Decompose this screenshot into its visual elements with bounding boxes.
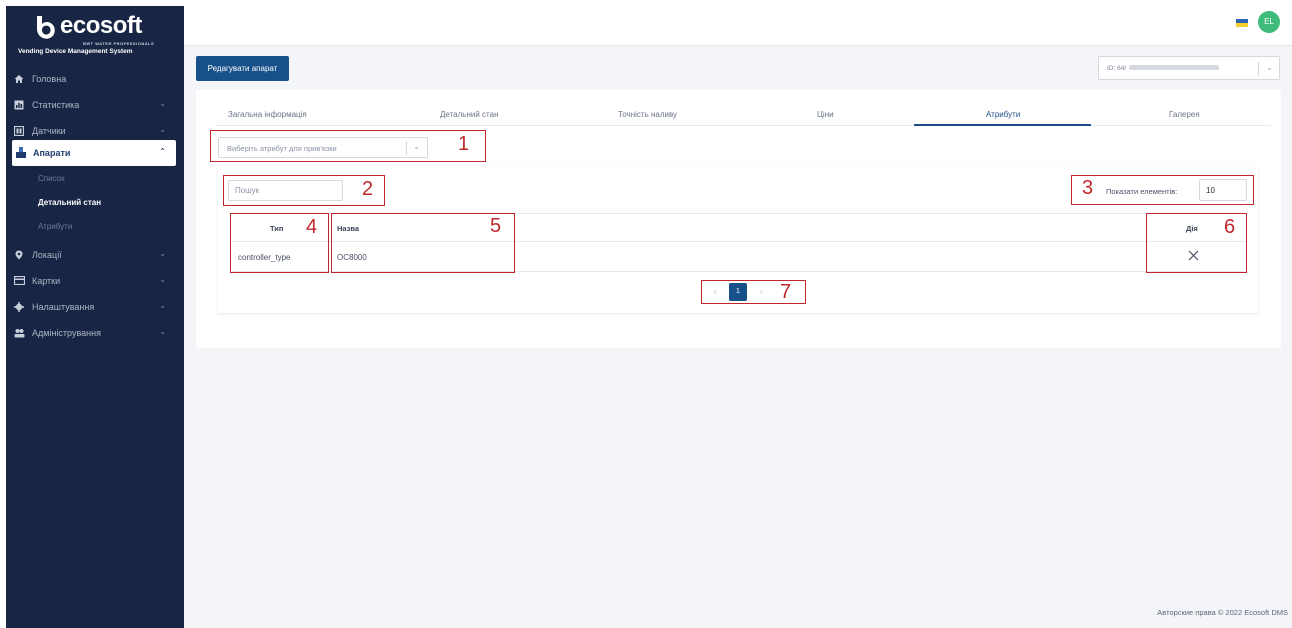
tab-bar: Загальна інформація Детальний стан Точні… xyxy=(216,104,1271,126)
sidebar-item-sensors[interactable]: Датчики ⌄ xyxy=(6,120,184,142)
sidebar-item-label: Адміністрування xyxy=(32,328,101,338)
annotation-label-6: 6 xyxy=(1224,216,1236,238)
sidebar-item-cards[interactable]: Картки ⌄ xyxy=(6,270,184,292)
device-select-value: ID: 64/ xyxy=(1107,65,1127,72)
chevron-down-icon: ⌄ xyxy=(159,327,166,336)
chevron-down-icon: ⌄ xyxy=(159,99,166,108)
active-tab-indicator xyxy=(914,124,1091,126)
location-icon xyxy=(14,250,24,260)
logo-text: ecosoft xyxy=(60,12,142,39)
chevron-up-icon: ⌃ xyxy=(159,147,166,156)
sidebar-item-settings[interactable]: Налаштування ⌄ xyxy=(6,296,184,318)
ecosoft-logo[interactable]: ecosoft BWT WATER PROFESSIONALS xyxy=(34,12,174,46)
annotation-box-1 xyxy=(210,130,486,162)
chevron-down-icon: ⌄ xyxy=(159,249,166,258)
chevron-down-icon: ⌄ xyxy=(159,125,166,134)
sidebar-item-home[interactable]: Головна xyxy=(6,68,184,90)
system-name: Vending Device Management System xyxy=(18,48,133,55)
tab-gallery[interactable]: Галерея xyxy=(1169,110,1200,119)
annotation-label-5: 5 xyxy=(490,215,502,237)
redacted-device-name xyxy=(1129,65,1219,70)
users-icon xyxy=(14,328,25,338)
sidebar-subitem-attributes[interactable]: Атрибути xyxy=(38,222,72,231)
sensor-icon xyxy=(13,125,25,137)
footer-copyright: Авторские права © 2022 Ecosoft DMS xyxy=(1157,608,1288,617)
tab-pour-accuracy[interactable]: Точність наливу xyxy=(618,110,677,119)
chevron-down-icon: ⌄ xyxy=(159,275,166,284)
card-icon xyxy=(13,275,26,286)
annotation-label-4: 4 xyxy=(306,216,318,238)
tab-attributes[interactable]: Атрибути xyxy=(986,110,1020,119)
annotation-box-2 xyxy=(223,175,385,206)
top-bar: EL xyxy=(184,0,1292,46)
sidebar-item-statistics[interactable]: Статистика ⌄ xyxy=(6,94,184,116)
home-icon xyxy=(14,74,24,84)
tab-prices[interactable]: Ціни xyxy=(817,110,834,119)
sidebar-item-label: Статистика xyxy=(32,100,80,110)
sidebar-item-label: Локації xyxy=(32,250,62,260)
annotation-box-5 xyxy=(331,213,515,273)
sidebar: ecosoft BWT WATER PROFESSIONALS Vending … xyxy=(6,6,184,628)
stats-icon xyxy=(14,100,24,110)
sidebar-subitem-detailed-status[interactable]: Детальний стан xyxy=(38,198,101,207)
annotation-label-7: 7 xyxy=(780,281,792,303)
annotation-label-2: 2 xyxy=(362,178,374,200)
gear-icon xyxy=(14,302,24,312)
sidebar-item-administration[interactable]: Адміністрування ⌄ xyxy=(6,322,184,344)
machine-icon xyxy=(15,147,26,158)
tab-general-info[interactable]: Загальна інформація xyxy=(228,110,307,119)
sidebar-item-locations[interactable]: Локації ⌄ xyxy=(6,244,184,266)
sidebar-item-label: Картки xyxy=(32,276,61,286)
language-flag-icon[interactable] xyxy=(1236,19,1248,27)
annotation-box-3 xyxy=(1071,175,1254,205)
sidebar-subitem-list[interactable]: Список xyxy=(38,174,65,183)
chevron-down-icon: ⌄ xyxy=(159,301,166,310)
edit-device-button[interactable]: Редагувати апарат xyxy=(196,56,289,81)
logo-subtitle: BWT WATER PROFESSIONALS xyxy=(83,41,155,46)
annotation-label-1: 1 xyxy=(458,133,470,155)
ecosoft-logo-icon xyxy=(37,16,55,39)
user-avatar[interactable]: EL xyxy=(1258,11,1280,33)
tab-detailed-status[interactable]: Детальний стан xyxy=(440,110,498,119)
sidebar-item-machines[interactable]: Апарати ⌃ xyxy=(12,140,176,166)
sidebar-item-label: Налаштування xyxy=(32,302,95,312)
sidebar-item-label: Головна xyxy=(32,74,67,84)
sidebar-item-label: Апарати xyxy=(33,148,71,158)
device-select[interactable]: ID: 64/ ⌄ xyxy=(1098,56,1280,80)
chevron-down-icon: ⌄ xyxy=(1266,63,1273,72)
sidebar-item-label: Датчики xyxy=(32,126,66,136)
annotation-label-3: 3 xyxy=(1082,177,1094,199)
